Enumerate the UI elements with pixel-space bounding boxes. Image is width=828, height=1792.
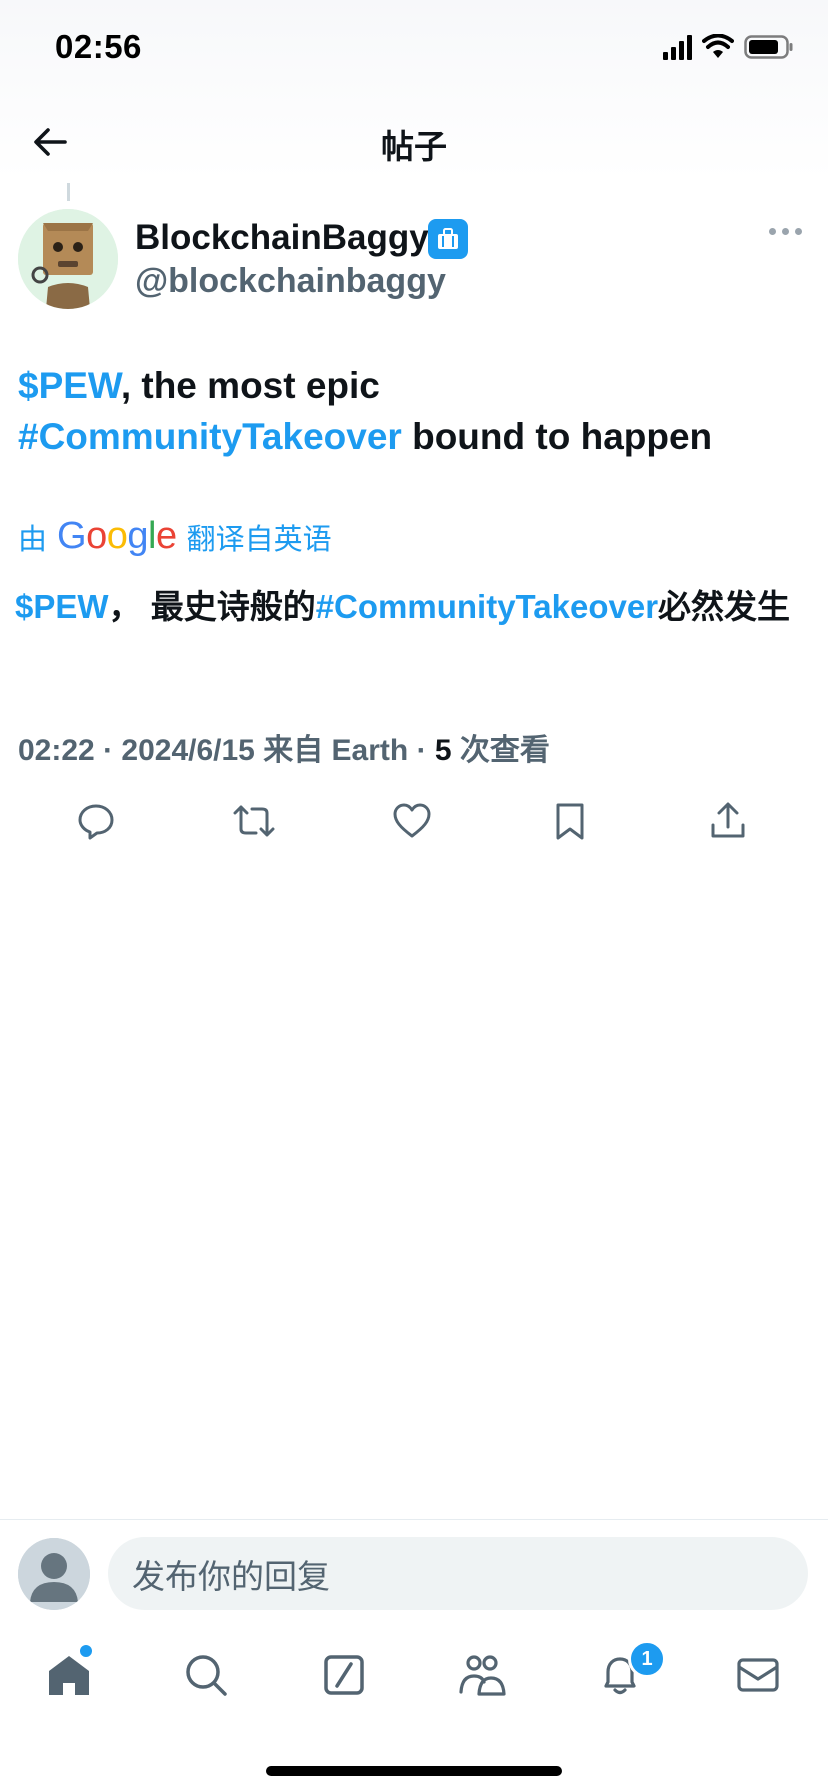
more-dot xyxy=(769,228,776,235)
translated-text-part: ， 最史诗般的 xyxy=(108,588,316,625)
google-logo: Google xyxy=(57,515,177,557)
share-icon xyxy=(711,802,745,838)
status-time: 02:56 xyxy=(55,28,142,65)
views-label[interactable]: 次查看 xyxy=(452,734,550,767)
home-unread-dot xyxy=(78,1643,94,1659)
battery-icon xyxy=(744,35,793,59)
post-text-part: bound to happen xyxy=(401,416,713,457)
author-avatar[interactable] xyxy=(18,209,118,309)
post-text-part: , the most epic xyxy=(120,365,380,406)
reply-button[interactable] xyxy=(72,797,120,845)
comment-icon xyxy=(78,804,114,840)
post-date[interactable]: 2024/6/15 xyxy=(121,734,254,767)
more-dot xyxy=(782,228,789,235)
views-count[interactable]: 5 xyxy=(435,734,452,767)
post-meta: 02:22 · 2024/6/15 来自 Earth · 5 次查看 xyxy=(18,725,550,769)
author-handle[interactable]: @blockchainbaggy xyxy=(135,262,446,301)
post-text: $PEW, the most epic #CommunityTakeover b… xyxy=(18,360,808,462)
search-icon xyxy=(186,1655,227,1696)
post-source: 来自 Earth xyxy=(254,734,409,767)
mail-icon xyxy=(737,1658,779,1692)
signal-icon xyxy=(663,34,692,60)
like-button[interactable] xyxy=(388,797,436,845)
heart-icon xyxy=(393,803,431,838)
meta-separator: · xyxy=(408,734,435,767)
communities-icon xyxy=(459,1655,506,1696)
author-name[interactable]: BlockchainBaggy xyxy=(135,218,429,258)
translation-attribution[interactable]: 由 Google 翻译自英语 xyxy=(18,515,332,558)
thread-line xyxy=(67,183,70,201)
translation-prefix: 由 xyxy=(18,523,48,556)
tab-grok[interactable] xyxy=(316,1647,372,1703)
user-avatar[interactable] xyxy=(18,1538,90,1610)
more-dot xyxy=(795,228,802,235)
bookmark-icon xyxy=(556,803,584,840)
cashtag-link[interactable]: $PEW xyxy=(18,365,121,406)
hashtag-link[interactable]: #CommunityTakeover xyxy=(18,416,402,457)
translation-suffix: 翻译自英语 xyxy=(186,523,332,556)
grok-icon xyxy=(324,1655,364,1695)
tab-search[interactable] xyxy=(178,1647,234,1703)
reply-divider xyxy=(0,1519,828,1520)
more-options-button[interactable] xyxy=(763,222,808,241)
author-avatar-image xyxy=(18,209,118,309)
reply-placeholder: 发布你的回复 xyxy=(132,1557,330,1595)
page-title: 帖子 xyxy=(381,128,447,165)
share-button[interactable] xyxy=(704,797,752,845)
cashtag-link[interactable]: $PEW xyxy=(15,588,109,625)
post-time[interactable]: 02:22 xyxy=(18,734,95,767)
bookmark-button[interactable] xyxy=(546,797,594,845)
translated-text: $PEW， 最史诗般的#CommunityTakeover必然发生 xyxy=(15,582,805,631)
repost-button[interactable] xyxy=(230,797,278,845)
briefcase-badge-icon xyxy=(428,219,468,259)
repost-icon xyxy=(233,805,275,837)
home-indicator[interactable] xyxy=(266,1766,562,1776)
status-icons xyxy=(663,34,794,60)
hashtag-link[interactable]: #CommunityTakeover xyxy=(316,588,658,625)
translated-text-part: 必然发生 xyxy=(658,588,791,625)
reply-input[interactable]: 发布你的回复 xyxy=(108,1537,808,1610)
wifi-icon xyxy=(702,34,734,58)
tab-messages[interactable] xyxy=(730,1647,786,1703)
meta-separator: · xyxy=(94,734,122,767)
tab-communities[interactable] xyxy=(454,1647,510,1703)
notification-badge: 1 xyxy=(628,1640,666,1678)
default-avatar-icon xyxy=(18,1538,90,1610)
